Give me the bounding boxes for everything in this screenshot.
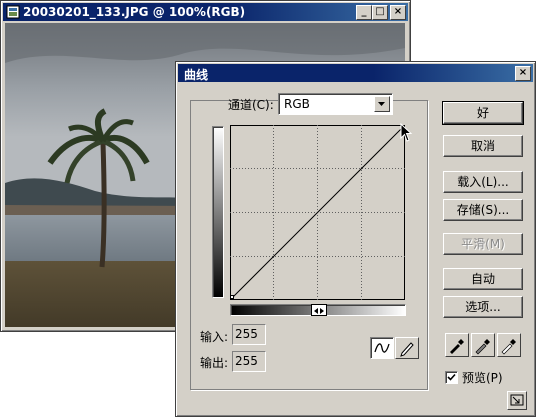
curve-tool-icon [374, 343, 390, 353]
black-eyedropper-icon [450, 339, 464, 354]
input-value-field: 255 [232, 324, 266, 345]
curves-dialog-titlebar[interactable]: 曲线 × [178, 64, 533, 82]
close-button[interactable]: × [390, 5, 406, 20]
gradient-direction-toggle[interactable] [311, 304, 327, 316]
white-eyedropper-button[interactable] [497, 333, 521, 357]
expand-icon [510, 394, 524, 406]
image-window-titlebar[interactable]: 20030201_133.JPG @ 100%(RGB) _ □ × [3, 3, 408, 21]
preview-checkbox[interactable] [445, 371, 458, 384]
curve-graph[interactable] [230, 125, 405, 300]
black-eyedropper-button[interactable] [445, 333, 469, 357]
cancel-button[interactable]: 取消 [443, 135, 523, 157]
maximize-button[interactable]: □ [372, 5, 388, 20]
mouse-pointer-icon [400, 123, 413, 142]
smooth-button: 平滑(M) [443, 233, 523, 255]
image-window-title: 20030201_133.JPG @ 100%(RGB) [23, 5, 246, 19]
channel-label: 通道(C): [228, 98, 274, 112]
gray-eyedropper-icon [475, 339, 490, 355]
curve-point-black[interactable] [230, 295, 234, 299]
pencil-tool-button[interactable] [395, 337, 419, 359]
load-button[interactable]: 载入(L)... [443, 171, 523, 193]
options-button[interactable]: 选项... [443, 296, 523, 318]
channel-select-value: RGB [284, 97, 310, 111]
auto-button[interactable]: 自动 [443, 268, 523, 290]
output-label: 输出: [200, 356, 229, 370]
ok-button[interactable]: 好 [442, 101, 524, 125]
save-button[interactable]: 存储(S)... [443, 199, 523, 221]
checkmark-icon [447, 373, 456, 381]
dialog-close-button[interactable]: × [515, 66, 531, 81]
white-eyedropper-icon [501, 339, 516, 355]
pencil-tool-icon [400, 342, 414, 357]
input-gradient-bar [230, 304, 406, 316]
chevron-down-icon[interactable] [374, 96, 390, 112]
channel-select[interactable]: RGB [278, 93, 393, 115]
curves-dialog: 曲线 × 通道(C): RGB 输入: 255 输出: 255 好 取消 载入(… [175, 61, 536, 417]
output-value-field[interactable]: 255 [232, 351, 266, 372]
minimize-button[interactable]: _ [356, 5, 372, 20]
expand-button[interactable] [507, 391, 527, 410]
gray-eyedropper-button[interactable] [471, 333, 495, 357]
curve-tool-button[interactable] [370, 337, 394, 359]
input-label: 输入: [200, 330, 229, 344]
curves-dialog-title: 曲线 [184, 68, 209, 82]
document-icon [6, 5, 20, 19]
preview-label: 预览(P) [462, 371, 503, 385]
output-gradient-bar [212, 126, 224, 298]
